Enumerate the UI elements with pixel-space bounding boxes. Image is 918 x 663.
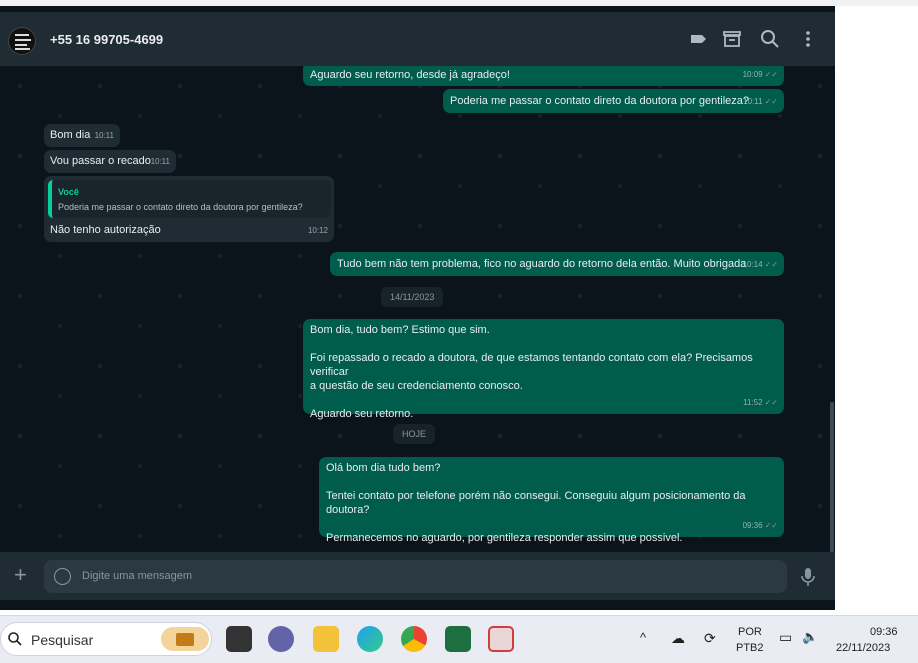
composer-bar: + Digite uma mensagem (0, 552, 835, 600)
folder-icon[interactable] (313, 626, 339, 652)
double-check-icon: ✓✓ (764, 398, 778, 407)
message-input[interactable]: Digite uma mensagem (44, 560, 787, 593)
quote-author: Você (58, 187, 79, 197)
chevron-up-icon[interactable]: ^ (640, 630, 646, 645)
keyboard-layout[interactable]: PTB2 (736, 642, 764, 654)
plus-icon[interactable]: + (14, 564, 27, 586)
quote-text: Poderia me passar o contato direto da do… (58, 202, 303, 212)
label-icon[interactable] (686, 27, 710, 51)
message-outgoing[interactable]: Tudo bem não tem problema, fico no aguar… (330, 252, 784, 276)
task-view-icon[interactable] (226, 626, 252, 652)
taskbar: Pesquisar ^ ☁ ⟳ POR PTB2 ▭ 🔈 09:36 22/11… (0, 615, 918, 663)
message-time: 10:11 (94, 131, 114, 140)
clock-date[interactable]: 22/11/2023 (836, 642, 890, 654)
language-indicator[interactable]: POR (738, 626, 762, 638)
message-text: Aguardo seu retorno, desde já agradeço! (310, 69, 510, 81)
message-incoming[interactable]: Bom dia 10:11 (44, 124, 120, 147)
message-text: Vou passar o recado (50, 155, 151, 167)
chat-area[interactable]: Aguardo seu retorno, desde já agradeço! … (0, 66, 835, 552)
cloud-off-icon[interactable]: ☁ (671, 630, 685, 647)
briefcase-icon (161, 627, 209, 651)
sync-icon[interactable]: ⟳ (704, 630, 716, 647)
message-incoming[interactable]: Vou passar o recado 10:11 (44, 150, 176, 173)
snipping-tool-icon[interactable] (488, 626, 514, 652)
message-time: 11:52 ✓✓ (743, 398, 778, 407)
message-time: 10:12 (307, 226, 328, 235)
clock-time[interactable]: 09:36 (870, 626, 898, 638)
message-time: 10:11 ✓✓ (743, 97, 778, 106)
scrollbar[interactable] (830, 402, 834, 552)
message-time: 10:11 (150, 157, 170, 166)
date-separator: 14/11/2023 (381, 287, 444, 307)
message-text: Não tenho autorização (50, 224, 161, 236)
message-text: Poderia me passar o contato direto da do… (450, 95, 750, 107)
emoji-icon[interactable] (54, 568, 71, 585)
message-time: 10:09 ✓✓ (742, 70, 778, 79)
background-area (835, 6, 918, 610)
double-check-icon: ✓✓ (764, 260, 778, 269)
message-incoming[interactable]: Você Poderia me passar o contato direto … (44, 176, 334, 242)
message-outgoing[interactable]: Olá bom dia tudo bem? Tentei contato por… (319, 457, 784, 544)
message-text: Tudo bem não tem problema, fico no aguar… (337, 258, 747, 270)
chrome-icon[interactable] (401, 626, 427, 652)
volume-icon[interactable]: 🔈 (802, 629, 818, 645)
double-check-icon: ✓✓ (764, 70, 778, 79)
message-outgoing[interactable]: Poderia me passar o contato direto da do… (443, 89, 784, 113)
double-check-icon: ✓✓ (764, 521, 778, 530)
message-text: Bom dia (50, 129, 91, 141)
network-icon[interactable]: ▭ (779, 629, 792, 646)
double-check-icon: ✓✓ (764, 97, 778, 106)
chat-header: +55 16 99705-4699 (0, 12, 835, 66)
avatar[interactable] (8, 27, 36, 55)
teams-icon[interactable] (268, 626, 294, 652)
mic-icon[interactable] (800, 567, 816, 587)
menu-icon[interactable] (796, 27, 820, 51)
message-text: Olá bom dia tudo bem? Tentei contato por… (326, 462, 746, 544)
message-outgoing[interactable]: Bom dia, tudo bem? Estimo que sim. Foi r… (303, 319, 784, 420)
search-icon (8, 632, 22, 646)
store-icon[interactable] (720, 27, 744, 51)
message-time: 09:36 ✓✓ (742, 521, 778, 530)
date-separator: HOJE (393, 424, 436, 444)
quoted-message[interactable]: Você Poderia me passar o contato direto … (48, 180, 331, 218)
message-text: Bom dia, tudo bem? Estimo que sim. Foi r… (310, 324, 753, 420)
search-placeholder: Pesquisar (31, 632, 94, 648)
contact-name[interactable]: +55 16 99705-4699 (50, 32, 163, 47)
edge-icon[interactable] (357, 626, 383, 652)
screen: +55 16 99705-4699 Aguardo seu retorno, d… (0, 0, 918, 663)
taskbar-search[interactable]: Pesquisar (0, 622, 212, 656)
message-time: 10:14 ✓✓ (742, 260, 778, 269)
message-input-placeholder: Digite uma mensagem (82, 570, 193, 582)
message-outgoing[interactable]: Aguardo seu retorno, desde já agradeço! … (303, 66, 784, 86)
excel-icon[interactable] (445, 626, 471, 652)
search-icon[interactable] (758, 27, 782, 51)
